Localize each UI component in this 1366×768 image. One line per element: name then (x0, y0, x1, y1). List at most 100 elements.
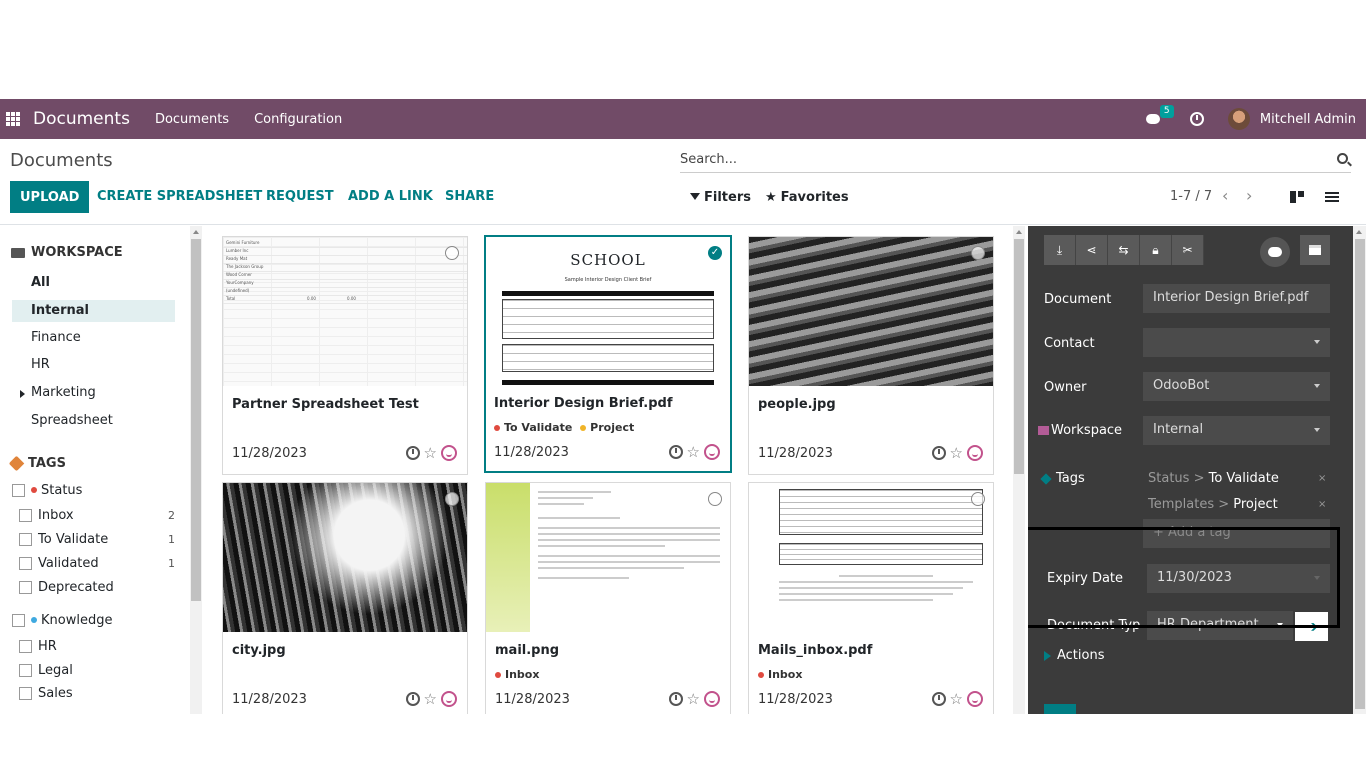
messages-icon[interactable]: 5 (1145, 105, 1174, 126)
remove-tag-icon[interactable]: × (1318, 499, 1326, 510)
checkbox[interactable] (19, 639, 32, 653)
create-spreadsheet-button[interactable]: CREATE SPREADSHEET (97, 189, 262, 204)
tag-label: To Validate (504, 421, 573, 434)
download-icon[interactable]: ⤓ (1044, 235, 1076, 265)
share-icon[interactable]: ⋖ (1076, 235, 1108, 265)
document-name: people.jpg (758, 397, 836, 412)
split-scissors-icon[interactable]: ✂ (1172, 235, 1204, 265)
select-checkbox[interactable] (971, 246, 985, 260)
select-checkbox[interactable] (445, 492, 459, 506)
kanban-view-icon[interactable] (1290, 191, 1304, 203)
tags-header-label: TAGS (28, 456, 66, 471)
tag-item-legal[interactable]: Legal (19, 660, 177, 680)
workspace-item-internal[interactable]: Internal (12, 300, 175, 322)
select-checkbox[interactable] (708, 492, 722, 506)
tag-group-knowledge[interactable]: Knowledge (12, 610, 177, 630)
caret-right-icon[interactable] (20, 390, 25, 398)
upload-button[interactable]: UPLOAD (10, 181, 90, 213)
activity-clock-icon[interactable] (668, 692, 683, 706)
tag-item-inbox[interactable]: Inbox 2 (19, 505, 177, 525)
sidebar-scrollbar[interactable] (190, 226, 202, 714)
owner-avatar-icon[interactable] (967, 445, 983, 461)
tag-item-validated[interactable]: Validated 1 (19, 553, 177, 573)
user-name[interactable]: Mitchell Admin (1260, 112, 1356, 127)
owner-avatar-icon[interactable] (704, 444, 720, 460)
document-date: 11/28/2023 (758, 692, 833, 707)
add-link-button[interactable]: ADD A LINK (348, 189, 433, 204)
checkbox[interactable] (19, 556, 32, 570)
document-card[interactable]: Gemini Furniture Lumber Inc Ready Mat Th… (222, 236, 468, 475)
search-input[interactable] (680, 152, 1320, 167)
document-card[interactable]: Mails_inbox.pdf Inbox 11/28/2023 ☆ (748, 482, 994, 714)
pager-previous-icon[interactable]: ‹ (1222, 186, 1228, 205)
favorite-star-icon[interactable]: ☆ (424, 692, 437, 707)
owner-avatar-icon[interactable] (441, 691, 457, 707)
checkbox[interactable] (19, 508, 32, 522)
checkbox[interactable] (19, 663, 32, 677)
owner-field-label: Owner (1044, 380, 1087, 395)
favorite-star-icon[interactable]: ☆ (950, 446, 963, 461)
owner-avatar-icon[interactable] (704, 691, 720, 707)
favorite-star-icon[interactable]: ☆ (687, 692, 700, 707)
checkbox[interactable] (19, 580, 32, 594)
remove-tag-icon[interactable]: × (1318, 473, 1326, 484)
favorites-button[interactable]: ★ Favorites (765, 190, 849, 205)
user-avatar[interactable] (1227, 108, 1250, 130)
search-icon[interactable] (1337, 153, 1348, 164)
share-button[interactable]: SHARE (445, 189, 494, 204)
activity-clock-icon[interactable] (405, 446, 420, 460)
select-checkbox[interactable] (971, 492, 985, 506)
tag-item-to-validate[interactable]: To Validate 1 (19, 529, 177, 549)
activities-icon[interactable] (1189, 112, 1204, 126)
favorite-star-icon[interactable]: ☆ (424, 446, 437, 461)
actions-section[interactable]: Actions (1044, 648, 1105, 663)
pager-next-icon[interactable]: › (1246, 186, 1252, 205)
workspace-select[interactable]: Internal (1143, 416, 1330, 445)
owner-select[interactable]: OdooBot (1143, 372, 1330, 401)
workspace-item-marketing[interactable]: Marketing (12, 382, 175, 404)
pager-value[interactable]: 1-7 / 7 (1170, 189, 1212, 204)
tag-group-status[interactable]: Status (12, 480, 177, 500)
action-button-partial[interactable] (1044, 704, 1076, 714)
activity-clock-icon[interactable] (931, 692, 946, 706)
activity-clock-icon[interactable] (931, 446, 946, 460)
replace-icon[interactable]: ⇆ (1108, 235, 1140, 265)
document-card[interactable]: people.jpg 11/28/2023 ☆ (748, 236, 994, 475)
owner-avatar-icon[interactable] (441, 445, 457, 461)
archive-icon[interactable] (1300, 235, 1330, 265)
workspace-item-hr[interactable]: HR (12, 354, 175, 376)
list-view-icon[interactable] (1325, 192, 1339, 203)
contact-select[interactable] (1143, 328, 1330, 357)
app-menu-icon[interactable] (6, 112, 20, 126)
activity-clock-icon[interactable] (668, 445, 683, 459)
menu-configuration[interactable]: Configuration (254, 112, 342, 127)
checkbox[interactable] (12, 483, 25, 497)
workspace-item-spreadsheet[interactable]: Spreadsheet (12, 410, 175, 432)
page-scrollbar[interactable] (1353, 226, 1366, 714)
request-button[interactable]: REQUEST (266, 189, 334, 204)
filters-button[interactable]: Filters (690, 190, 751, 205)
kanban-scrollbar[interactable] (1013, 226, 1025, 714)
checkbox[interactable] (12, 613, 25, 627)
lock-icon[interactable]: 🔒︎ (1140, 235, 1172, 265)
workspace-item-finance[interactable]: Finance (12, 327, 175, 349)
menu-documents[interactable]: Documents (155, 112, 229, 127)
document-card-selected[interactable]: SCHOOL Sample Interior Design Client Bri… (484, 235, 732, 473)
document-card[interactable]: city.jpg 11/28/2023 ☆ (222, 482, 468, 714)
tag-item-deprecated[interactable]: Deprecated (19, 577, 177, 597)
app-title[interactable]: Documents (33, 109, 130, 129)
activity-clock-icon[interactable] (405, 692, 420, 706)
workspace-item-all[interactable]: All (12, 272, 175, 294)
select-checkbox[interactable] (445, 246, 459, 260)
owner-avatar-icon[interactable] (967, 691, 983, 707)
favorite-star-icon[interactable]: ☆ (950, 692, 963, 707)
checkbox[interactable] (19, 532, 32, 546)
selected-check-icon[interactable]: ✓ (708, 246, 722, 260)
tag-item-sales[interactable]: Sales (19, 683, 177, 703)
document-name-field[interactable]: Interior Design Brief.pdf (1143, 284, 1330, 313)
chat-bubble-icon[interactable] (1260, 237, 1290, 267)
favorite-star-icon[interactable]: ☆ (687, 445, 700, 460)
document-card[interactable]: mail.png Inbox 11/28/2023 ☆ (485, 482, 731, 714)
checkbox[interactable] (19, 686, 32, 700)
tag-item-hr[interactable]: HR (19, 636, 177, 656)
